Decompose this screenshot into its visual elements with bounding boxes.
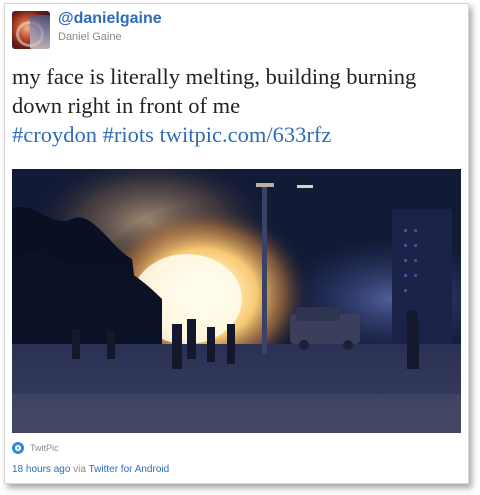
tweet-photo[interactable] [12,169,461,433]
client-link[interactable]: Twitter for Android [89,464,170,475]
tweet-timestamp-link[interactable]: 18 hours ago [12,464,70,475]
fire-photo-image [12,169,461,433]
tweet-text: my face is literally melting, building b… [12,62,462,149]
twitpic-link[interactable]: twitpic.com/633rfz [160,122,332,147]
user-handle-link[interactable]: @danielgaine [58,10,162,28]
twitpic-icon [12,442,24,454]
media-source[interactable]: TwitPic [12,441,59,455]
via-label: via [73,464,86,475]
user-full-name: Daniel Gaine [58,31,122,43]
tweet-meta: 18 hours ago via Twitter for Android [12,464,169,475]
tweet-body-text: my face is literally melting, building b… [12,64,417,118]
user-avatar[interactable] [12,11,50,49]
tweet-card: @danielgaine Daniel Gaine my face is lit… [4,3,469,484]
hashtag-riots-link[interactable]: #riots [103,122,154,147]
media-source-label: TwitPic [30,443,59,453]
hashtag-croydon-link[interactable]: #croydon [12,122,97,147]
avatar-detail [30,15,50,49]
